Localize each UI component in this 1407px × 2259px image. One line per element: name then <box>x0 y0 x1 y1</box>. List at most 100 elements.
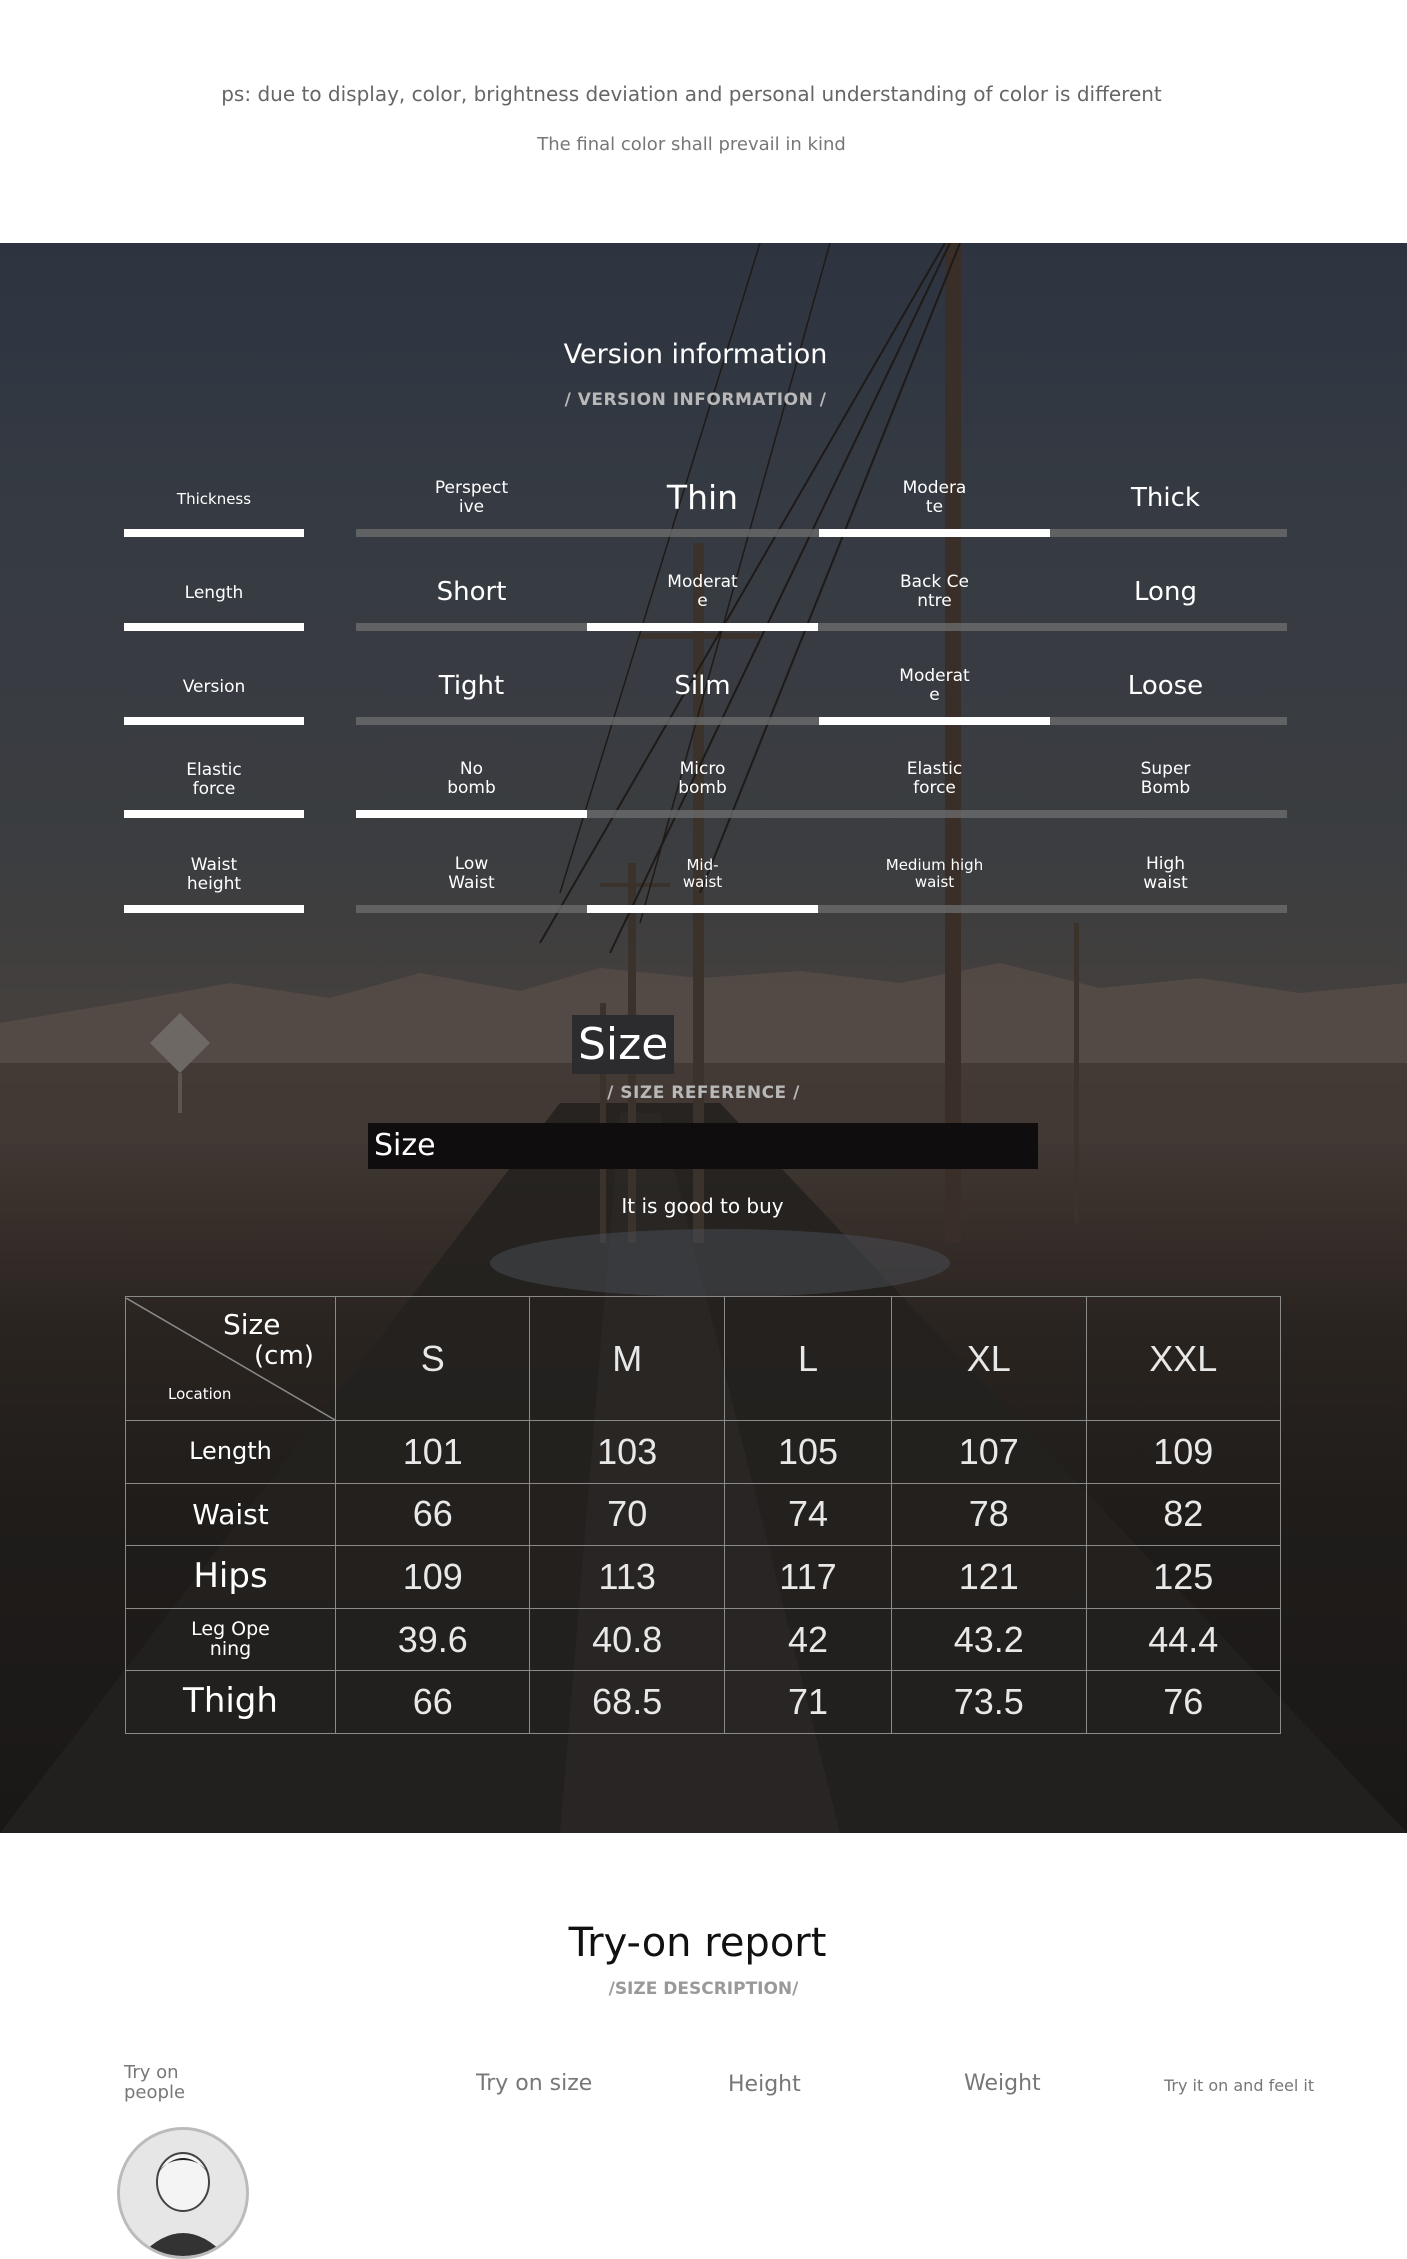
size-col-l: L <box>723 1295 893 1422</box>
version-option: Mid- waist <box>682 856 723 891</box>
version-option: Medium high waist <box>885 856 984 891</box>
size-title: Size <box>572 1015 675 1074</box>
version-row-label: Thickness <box>176 489 252 508</box>
table-cell: 107 <box>891 1420 1087 1484</box>
table-cell: 71 <box>723 1670 893 1734</box>
color-disclaimer: ps: due to display, color, brightness de… <box>221 82 1162 106</box>
version-option: Back Ce ntre <box>899 572 969 611</box>
tryon-subtitle: /SIZE DESCRIPTION/ <box>608 1979 799 1999</box>
version-row-label-bar <box>124 623 304 631</box>
table-cell: 66 <box>334 1482 531 1547</box>
table-cell: 73.5 <box>891 1670 1087 1734</box>
table-cell: 39.6 <box>334 1607 531 1672</box>
version-option: High waist <box>1143 854 1188 893</box>
table-row: Leg Ope ning 39.6 40.8 42 43.2 44.4 <box>125 1607 1282 1672</box>
tryon-col-people: Try on people <box>124 2062 186 2103</box>
tryon-col-height: Height <box>728 2072 801 2097</box>
version-row-label: Elastic force <box>186 760 242 799</box>
version-row-label: Length <box>184 582 244 603</box>
version-option: Thin <box>666 478 739 517</box>
table-cell: 101 <box>334 1420 531 1484</box>
version-option: Silm <box>674 671 731 701</box>
table-cell: 125 <box>1085 1545 1282 1609</box>
table-cell: 76 <box>1085 1670 1282 1734</box>
size-subtitle: / SIZE REFERENCE / <box>607 1083 800 1103</box>
table-row: Thigh 66 68.5 71 73.5 76 <box>125 1670 1282 1734</box>
tryon-title: Try-on report <box>568 1920 827 1966</box>
person-avatar-icon <box>120 2130 246 2256</box>
table-cell: 44.4 <box>1085 1607 1282 1672</box>
table-cell: 66 <box>334 1670 531 1734</box>
size-table: Size (cm) Location S M L XL XXL Length 10… <box>125 1295 1282 1734</box>
version-option: Micro bomb <box>678 759 727 798</box>
version-option: Super Bomb <box>1140 759 1191 798</box>
size-bar: Size <box>368 1123 1038 1169</box>
table-corner-cell: Size (cm) Location <box>125 1295 336 1422</box>
table-cell: 105 <box>723 1420 893 1484</box>
version-option: Perspect ive <box>434 478 509 517</box>
version-option: Long <box>1134 577 1197 607</box>
table-cell: 117 <box>723 1545 893 1609</box>
version-row-label: Version <box>182 676 246 697</box>
table-cell: 109 <box>1085 1420 1282 1484</box>
version-option: Elastic force <box>906 759 963 798</box>
size-tagline: It is good to buy <box>621 1194 784 1218</box>
corner-unit-label: (cm) <box>254 1340 314 1371</box>
version-option: Loose <box>1127 671 1204 701</box>
version-scale-track <box>356 623 1287 631</box>
version-option: No bomb <box>447 759 496 798</box>
version-row-label-bar <box>124 717 304 725</box>
table-cell: 68.5 <box>529 1670 725 1734</box>
table-cell: 113 <box>529 1545 725 1609</box>
table-row-label: Waist <box>125 1482 336 1547</box>
avatar <box>117 2127 249 2259</box>
version-option: Short <box>436 577 507 607</box>
table-cell: 74 <box>723 1482 893 1547</box>
table-row: Hips 109 113 117 121 125 <box>125 1545 1282 1609</box>
size-col-xl: XL <box>891 1295 1087 1422</box>
version-selected-indicator <box>587 623 818 631</box>
table-cell: 82 <box>1085 1482 1282 1547</box>
table-row-label: Length <box>125 1420 336 1484</box>
size-col-m: M <box>529 1295 725 1422</box>
table-header-row: Size (cm) Location S M L XL XXL <box>125 1295 1282 1422</box>
corner-size-label: Size <box>223 1307 281 1341</box>
table-cell: 78 <box>891 1482 1087 1547</box>
version-selected-indicator <box>587 905 818 913</box>
version-option: Tight <box>438 671 505 701</box>
version-option: Modera te <box>902 478 967 517</box>
version-row-label: Waist height <box>186 855 242 894</box>
size-col-s: S <box>334 1295 531 1422</box>
table-cell: 121 <box>891 1545 1087 1609</box>
size-col-xxl: XXL <box>1085 1295 1282 1422</box>
table-row: Length 101 103 105 107 109 <box>125 1420 1282 1484</box>
size-table-body: Length 101 103 105 107 109 Waist 66 70 74 78 82 Hips… <box>125 1420 1282 1734</box>
version-scale-track <box>356 905 1287 913</box>
table-row-label: Thigh <box>125 1670 336 1734</box>
version-option: Moderat e <box>667 572 738 611</box>
table-row-label: Leg Ope ning <box>125 1607 336 1672</box>
table-cell: 43.2 <box>891 1607 1087 1672</box>
table-row-label: Hips <box>125 1545 336 1609</box>
version-option: Thick <box>1131 483 1200 513</box>
table-cell: 70 <box>529 1482 725 1547</box>
corner-location-label: Location <box>168 1384 232 1403</box>
table-cell: 40.8 <box>529 1607 725 1672</box>
version-selected-indicator <box>819 717 1050 725</box>
version-title: Version information <box>563 339 828 370</box>
version-row-label-bar <box>124 905 304 913</box>
tryon-col-weight: Weight <box>964 2071 1041 2096</box>
table-row: Waist 66 70 74 78 82 <box>125 1482 1282 1547</box>
table-cell: 103 <box>529 1420 725 1484</box>
version-option: Moderat e <box>899 666 970 705</box>
tryon-col-feel: Try it on and feel it <box>1164 2076 1315 2095</box>
tryon-col-size: Try on size <box>476 2071 593 2096</box>
version-selected-indicator <box>819 529 1050 537</box>
color-disclaimer-sub: The final color shall prevail in kind <box>537 134 846 155</box>
version-row-label-bar <box>124 810 304 818</box>
version-option: Low Waist <box>448 854 495 893</box>
version-row-label-bar <box>124 529 304 537</box>
table-cell: 109 <box>334 1545 531 1609</box>
version-subtitle: / VERSION INFORMATION / <box>564 390 827 410</box>
table-cell: 42 <box>723 1607 893 1672</box>
